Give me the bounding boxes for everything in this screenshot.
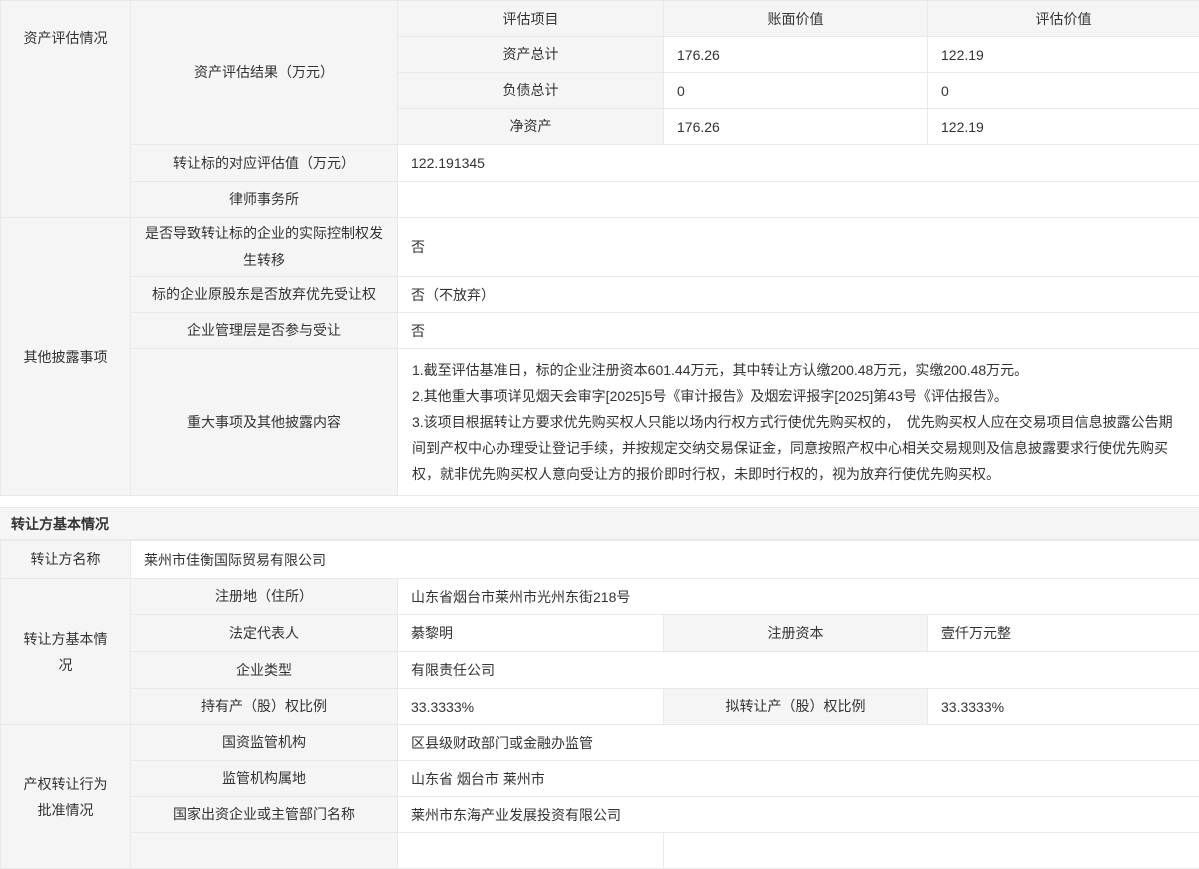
value-transferor-name: 莱州市佳衡国际贸易有限公司: [131, 541, 1199, 579]
table-row: 企业类型 有限责任公司: [1, 652, 1199, 689]
value-management-participation: 否: [398, 313, 1199, 349]
table-row: 律师事务所: [1, 182, 1199, 218]
table-row: 企业管理层是否参与受让 否: [1, 313, 1199, 349]
value-law-firm: [398, 182, 1199, 218]
major-matters-line-3: 3.该项目根据转让方要求优先购买权人只能以场内行权方式行使优先购买权的， 优先购…: [412, 409, 1185, 487]
value-waive-preemptive-right: 否（不放弃）: [398, 277, 1199, 313]
value-partial-2: [664, 833, 1199, 869]
major-matters-line-1: 1.截至评估基准日，标的企业注册资本601.44万元，其中转让方认缴200.48…: [412, 357, 1185, 383]
table-row: 重大事项及其他披露内容 1.截至评估基准日，标的企业注册资本601.44万元，其…: [1, 349, 1199, 496]
value-registered-address: 山东省烟台市莱州市光州东街218号: [398, 579, 1199, 615]
value-net-assets-book: 176.26: [664, 109, 928, 145]
value-state-regulator: 区县级财政部门或金融办监管: [398, 725, 1199, 761]
value-control-transfer: 否: [398, 218, 1199, 277]
value-holding-ratio: 33.3333%: [398, 689, 664, 725]
value-registered-capital: 壹仟万元整: [928, 615, 1199, 652]
value-total-assets-book: 176.26: [664, 37, 928, 73]
table-row: 转让方名称 莱州市佳衡国际贸易有限公司: [1, 541, 1199, 579]
table-row: 其他披露事项 是否导致转让标的企业的实际控制权发生转移 否: [1, 218, 1199, 277]
group-label-asset-evaluation: 资产评估情况: [1, 1, 131, 218]
table-row: 法定代表人 綦黎明 注册资本 壹仟万元整: [1, 615, 1199, 652]
label-state-regulator: 国资监管机构: [131, 725, 398, 761]
header-eval-item: 评估项目: [398, 1, 664, 37]
asset-evaluation-table: 资产评估情况 资产评估结果（万元） 评估项目 账面价值 评估价值 资产总计 17…: [0, 0, 1199, 496]
table-row: 资产评估情况 资产评估结果（万元） 评估项目 账面价值 评估价值: [1, 1, 1199, 37]
group-label-transferor-basic: 转让方基本情况: [1, 579, 131, 725]
label-major-matters: 重大事项及其他披露内容: [131, 349, 398, 496]
label-waive-preemptive-right: 标的企业原股东是否放弃优先受让权: [131, 277, 398, 313]
value-legal-representative: 綦黎明: [398, 615, 664, 652]
value-net-assets-eval: 122.19: [928, 109, 1199, 145]
value-transfer-ratio: 33.3333%: [928, 689, 1199, 725]
table-row: 转让标的对应评估值（万元） 122.191345: [1, 145, 1199, 182]
table-row: 持有产（股）权比例 33.3333% 拟转让产（股）权比例 33.3333%: [1, 689, 1199, 725]
label-transfer-ratio: 拟转让产（股）权比例: [664, 689, 928, 725]
section-gap: [0, 496, 1199, 507]
value-regulator-region: 山东省 烟台市 莱州市: [398, 761, 1199, 797]
value-major-matters: 1.截至评估基准日，标的企业注册资本601.44万元，其中转让方认缴200.48…: [398, 349, 1199, 496]
label-state-funded-enterprise: 国家出资企业或主管部门名称: [131, 797, 398, 833]
label-asset-eval-result: 资产评估结果（万元）: [131, 1, 398, 145]
value-enterprise-type: 有限责任公司: [398, 652, 1199, 689]
value-state-funded-enterprise: 莱州市东海产业发展投资有限公司: [398, 797, 1199, 833]
value-total-assets-eval: 122.19: [928, 37, 1199, 73]
value-total-liabilities-eval: 0: [928, 73, 1199, 109]
label-net-assets: 净资产: [398, 109, 664, 145]
value-target-eval-value: 122.191345: [398, 145, 1199, 182]
transferor-info-table: 转让方名称 莱州市佳衡国际贸易有限公司 转让方基本情况 注册地（住所） 山东省烟…: [0, 540, 1199, 869]
table-row: 监管机构属地 山东省 烟台市 莱州市: [1, 761, 1199, 797]
label-holding-ratio: 持有产（股）权比例: [131, 689, 398, 725]
header-eval-value: 评估价值: [928, 1, 1199, 37]
value-partial: [398, 833, 664, 869]
section-header-transferor: 转让方基本情况: [0, 507, 1199, 540]
major-matters-line-2: 2.其他重大事项详见烟天会审字[2025]5号《审计报告》及烟宏评报字[2025…: [412, 383, 1185, 409]
table-row: 标的企业原股东是否放弃优先受让权 否（不放弃）: [1, 277, 1199, 313]
label-registered-capital: 注册资本: [664, 615, 928, 652]
label-management-participation: 企业管理层是否参与受让: [131, 313, 398, 349]
group-label-approval: 产权转让行为 批准情况: [1, 725, 131, 869]
table-row: 国家出资企业或主管部门名称 莱州市东海产业发展投资有限公司: [1, 797, 1199, 833]
label-target-eval-value: 转让标的对应评估值（万元）: [131, 145, 398, 182]
label-law-firm: 律师事务所: [131, 182, 398, 218]
label-enterprise-type: 企业类型: [131, 652, 398, 689]
label-regulator-region: 监管机构属地: [131, 761, 398, 797]
label-control-transfer: 是否导致转让标的企业的实际控制权发生转移: [131, 218, 398, 277]
label-total-assets: 资产总计: [398, 37, 664, 73]
value-total-liabilities-book: 0: [664, 73, 928, 109]
label-registered-address: 注册地（住所）: [131, 579, 398, 615]
label-partial: [131, 833, 398, 869]
table-row: 产权转让行为 批准情况 国资监管机构 区县级财政部门或金融办监管: [1, 725, 1199, 761]
table-row-partial: [1, 833, 1199, 869]
group-label-other-disclosure: 其他披露事项: [1, 218, 131, 496]
label-legal-representative: 法定代表人: [131, 615, 398, 652]
header-book-value: 账面价值: [664, 1, 928, 37]
table-row: 转让方基本情况 注册地（住所） 山东省烟台市莱州市光州东街218号: [1, 579, 1199, 615]
label-total-liabilities: 负债总计: [398, 73, 664, 109]
label-transferor-name: 转让方名称: [1, 541, 131, 579]
